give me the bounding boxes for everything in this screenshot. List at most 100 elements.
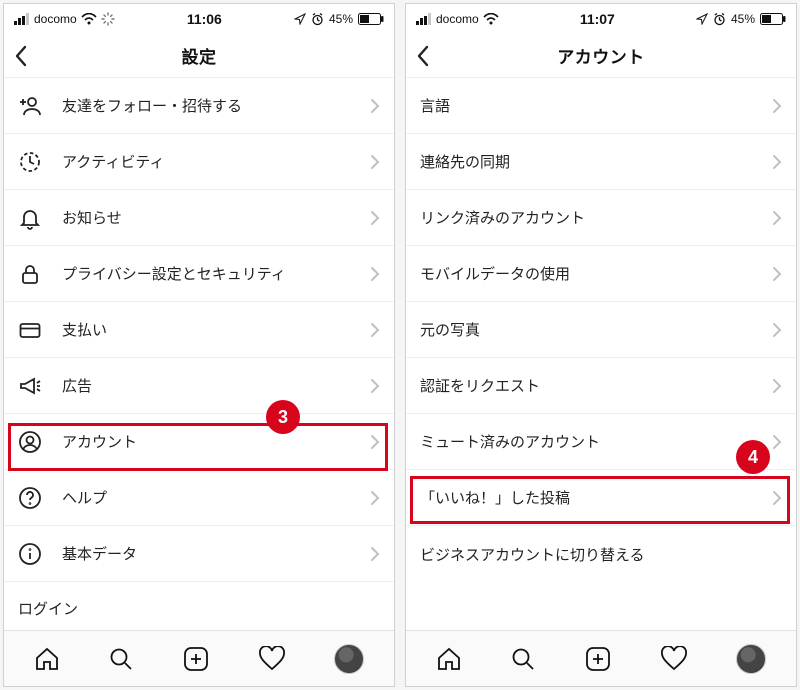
chevron-right-icon [772,98,782,114]
chevron-right-icon [772,322,782,338]
battery-icon [760,13,786,25]
alarm-icon [311,13,324,26]
row-help[interactable]: ヘルプ [4,470,394,526]
location-icon [696,13,708,25]
row-label: リンク済みのアカウント [420,207,772,228]
tab-create[interactable] [182,645,210,673]
carrier-label: docomo [34,12,77,26]
row-follow-invite[interactable]: 友達をフォロー・招待する [4,78,394,134]
megaphone-icon [18,374,48,398]
activity-icon [18,150,48,174]
wifi-icon [81,13,97,25]
row-label: お知らせ [62,207,370,228]
row-label: 基本データ [62,543,370,564]
row-label: 連絡先の同期 [420,151,772,172]
row-login-cutoff: ログイン [4,582,394,630]
location-icon [294,13,306,25]
row-account[interactable]: アカウント [4,414,394,470]
chevron-right-icon [772,490,782,506]
row-label: 認証をリクエスト [420,375,772,396]
row-ads[interactable]: 広告 [4,358,394,414]
chevron-right-icon [772,434,782,450]
row-label: 言語 [420,95,772,116]
row-label: 友達をフォロー・招待する [62,95,370,116]
page-title: アカウント [557,43,645,68]
annotation-badge-3: 3 [266,400,300,434]
chevron-right-icon [370,546,380,562]
avatar-icon [334,644,364,674]
row-cellular-data[interactable]: モバイルデータの使用 [406,246,796,302]
row-request-verification[interactable]: 認証をリクエスト [406,358,796,414]
tab-activity[interactable] [258,646,286,672]
chevron-right-icon [772,378,782,394]
page-title: 設定 [182,43,217,68]
chevron-right-icon [370,266,380,282]
row-label: アカウント [62,431,370,452]
status-bar: docomo 11:06 45% [4,4,394,34]
chevron-right-icon [370,378,380,394]
row-activity[interactable]: アクティビティ [4,134,394,190]
status-time: 11:07 [580,11,615,27]
tab-home[interactable] [436,646,462,672]
navbar: アカウント [406,34,796,78]
bell-icon [18,206,48,230]
tab-search[interactable] [510,646,536,672]
wifi-icon [483,13,499,25]
row-original-photos[interactable]: 元の写真 [406,302,796,358]
battery-percent: 45% [329,12,353,26]
phone-screen-account: docomo 11:07 45% [405,3,797,687]
status-bar: docomo 11:07 45% [406,4,796,34]
row-privacy-security[interactable]: プライバシー設定とセキュリティ [4,246,394,302]
status-time: 11:06 [187,11,222,27]
signal-icon [416,13,432,25]
account-icon [18,430,48,454]
row-posts-liked[interactable]: 「いいね！」した投稿 [406,470,796,526]
row-label: アクティビティ [62,151,370,172]
tab-bar [406,630,796,686]
chevron-right-icon [772,210,782,226]
chevron-right-icon [370,210,380,226]
row-notifications[interactable]: お知らせ [4,190,394,246]
tab-profile[interactable] [736,644,766,674]
lock-icon [18,262,48,286]
annotation-badge-4: 4 [736,440,770,474]
account-list: 言語 連絡先の同期 リンク済みのアカウント モバイルデータの使用 元の写真 認証… [406,78,796,630]
battery-icon [358,13,384,25]
tab-profile[interactable] [334,644,364,674]
chevron-right-icon [772,266,782,282]
row-switch-business[interactable]: ビジネスアカウントに切り替える [406,526,796,582]
add-user-icon [18,94,48,118]
row-label: 支払い [62,319,370,340]
row-payments[interactable]: 支払い [4,302,394,358]
row-contacts-sync[interactable]: 連絡先の同期 [406,134,796,190]
battery-percent: 45% [731,12,755,26]
row-label: 元の写真 [420,319,772,340]
tab-search[interactable] [108,646,134,672]
signal-icon [14,13,30,25]
chevron-right-icon [370,434,380,450]
chevron-right-icon [370,490,380,506]
info-icon [18,542,48,566]
back-button[interactable] [416,45,430,67]
carrier-label: docomo [436,12,479,26]
chevron-right-icon [370,98,380,114]
chevron-right-icon [772,154,782,170]
row-label: モバイルデータの使用 [420,263,772,284]
row-linked-accounts[interactable]: リンク済みのアカウント [406,190,796,246]
row-label: ビジネスアカウントに切り替える [420,544,782,565]
alarm-icon [713,13,726,26]
tab-home[interactable] [34,646,60,672]
row-about[interactable]: 基本データ [4,526,394,582]
row-label: ミュート済みのアカウント [420,431,772,452]
row-language[interactable]: 言語 [406,78,796,134]
back-button[interactable] [14,45,28,67]
card-icon [18,318,48,342]
avatar-icon [736,644,766,674]
row-label: 「いいね！」した投稿 [420,487,772,508]
row-label: 広告 [62,375,370,396]
tab-bar [4,630,394,686]
tab-activity[interactable] [660,646,688,672]
tab-create[interactable] [584,645,612,673]
navbar: 設定 [4,34,394,78]
settings-list: 友達をフォロー・招待する アクティビティ お知らせ プライバシー設定とセキュリテ… [4,78,394,630]
